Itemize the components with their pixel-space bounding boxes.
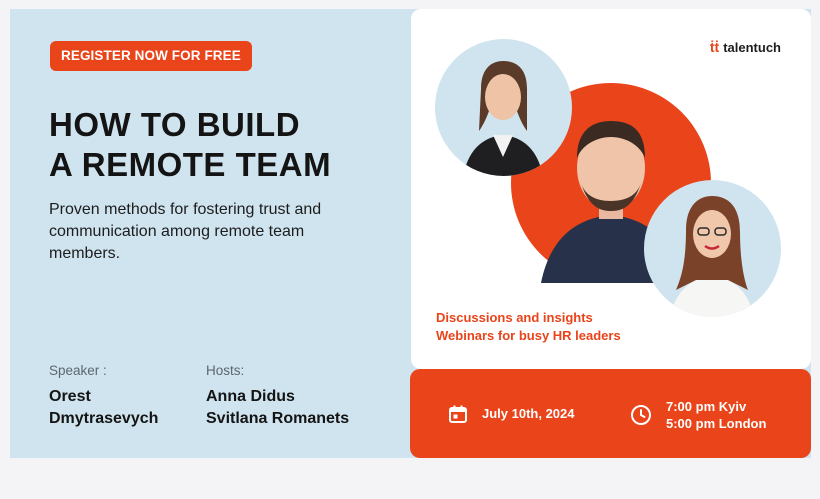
title-line-1: HOW TO BUILD (49, 106, 301, 143)
hosts-names: Anna Didus Svitlana Romanets (206, 386, 349, 430)
calendar-icon (449, 405, 467, 423)
brand-logo-text: talentuch (723, 39, 781, 55)
tagline-line-1: Discussions and insights (436, 310, 593, 325)
webinar-banner: REGISTER NOW FOR FREE HOW TO BUILD A REM… (10, 9, 811, 458)
event-time-london: 5:00 pm London (666, 416, 767, 431)
subtitle: Proven methods for fostering trust and c… (49, 201, 322, 262)
event-time-kyiv: 7:00 pm Kyiv (666, 399, 747, 414)
host-photo-right (644, 180, 781, 317)
card-tagline: Discussions and insights Webinars for bu… (436, 309, 621, 345)
host-name-1: Anna Didus (206, 388, 295, 405)
event-details-bar: July 10th, 2024 7:00 pm Kyiv 5:00 pm Lon… (410, 369, 811, 458)
brand-logo: ṫṫ talentuch (710, 39, 781, 55)
speakers-card: ṫṫ talentuch Discussions and insights We… (411, 9, 811, 369)
person-silhouette-icon (463, 61, 543, 176)
hosts-label: Hosts: (206, 363, 245, 378)
event-times: 7:00 pm Kyiv 5:00 pm London (666, 398, 766, 432)
host-name-2: Svitlana Romanets (206, 410, 350, 427)
speaker-name-line-1: Orest (49, 388, 91, 405)
tagline-line-2: Webinars for busy HR leaders (436, 328, 621, 343)
register-button[interactable]: REGISTER NOW FOR FREE (50, 41, 252, 71)
speaker-name-line-2: Dmytrasevych (49, 410, 159, 427)
event-date: July 10th, 2024 (482, 406, 575, 421)
tt-logo-mark-icon: ṫṫ (709, 39, 720, 55)
host-photo-left (435, 39, 572, 176)
speaker-label: Speaker : (49, 363, 107, 378)
speaker-name: Orest Dmytrasevych (49, 386, 158, 430)
title-line-2: A REMOTE TEAM (49, 146, 332, 183)
clock-icon (631, 405, 651, 425)
page-title: HOW TO BUILD A REMOTE TEAM (49, 105, 389, 185)
person-silhouette-icon (670, 196, 754, 317)
